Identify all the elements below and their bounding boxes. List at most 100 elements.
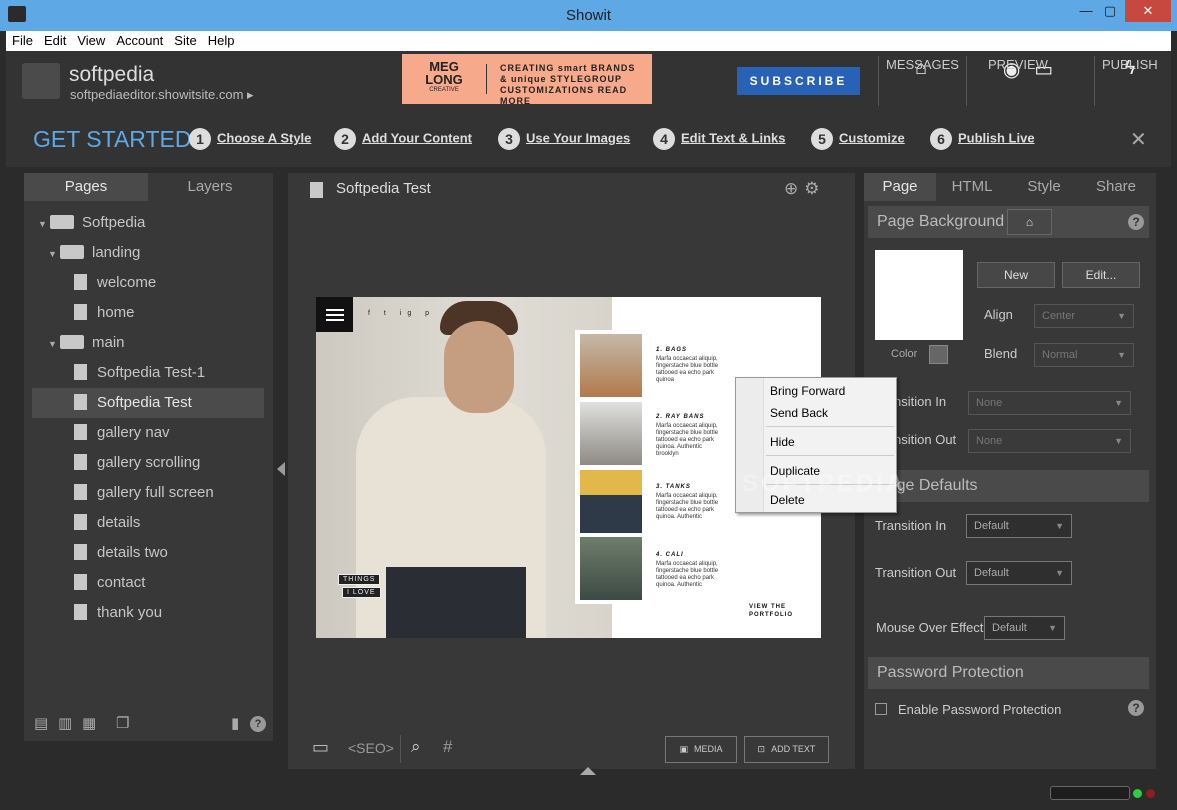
enable-password-checkbox[interactable] xyxy=(875,703,887,715)
blend-dropdown[interactable]: Normal ▼ xyxy=(1034,343,1134,367)
tree-folder-main[interactable]: ▼ main xyxy=(48,328,268,358)
item-bags[interactable]: 1. BAGS Marfa occaecat aliquip, fingersta… xyxy=(656,347,726,384)
step-customize[interactable]: 5 Customize xyxy=(811,128,905,150)
media-button[interactable]: ▣ MEDIA xyxy=(665,736,737,763)
add-folder-icon[interactable]: ▦ xyxy=(82,714,96,732)
tree-page-welcome[interactable]: welcome xyxy=(74,268,268,298)
tree-page-gallery-nav[interactable]: gallery nav xyxy=(74,418,268,448)
tree-page-contact[interactable]: contact xyxy=(74,568,268,598)
mouse-over-dropdown[interactable]: Default ▼ xyxy=(984,616,1065,640)
transition-out-dropdown[interactable]: Default ▼ xyxy=(966,561,1072,585)
publish-button[interactable]: PUBLISH ϟ xyxy=(1102,57,1158,80)
subscribe-button[interactable]: SUBSCRIBE xyxy=(737,67,860,95)
collapse-left-panel-icon[interactable] xyxy=(277,462,285,476)
tab-html[interactable]: HTML xyxy=(936,173,1008,201)
bg-transition-in-dropdown[interactable]: None ▼ xyxy=(968,391,1131,415)
expand-triangle-icon[interactable]: ▼ xyxy=(48,239,60,269)
item-ray-bans[interactable]: 2. RAY BANS Marfa occaecat aliquip, finge… xyxy=(656,414,726,458)
maximize-button[interactable]: ▢ xyxy=(1097,0,1123,22)
transition-in-dropdown[interactable]: Default ▼ xyxy=(966,514,1072,538)
tree-label: gallery scrolling xyxy=(97,454,201,471)
help-icon[interactable]: ? xyxy=(250,716,266,732)
menu-site[interactable]: Site xyxy=(168,31,201,48)
trash-icon[interactable]: ▮ xyxy=(231,714,239,732)
step-use-images[interactable]: 3 Use Your Images xyxy=(498,128,630,150)
step-choose-style[interactable]: 1 Choose A Style xyxy=(189,128,311,150)
social-icons[interactable]: f t ig p xyxy=(368,310,435,317)
close-window-button[interactable]: ✕ xyxy=(1125,0,1171,22)
add-page-icon[interactable]: ▤ xyxy=(34,714,48,732)
tab-pages[interactable]: Pages xyxy=(24,173,148,201)
globe-icon[interactable]: ⊕ xyxy=(784,179,804,198)
tree-page-details-two[interactable]: details two xyxy=(74,538,268,568)
tree-label: landing xyxy=(92,244,141,261)
messages-button[interactable]: MESSAGES ⌂ xyxy=(886,57,959,80)
item-tanks[interactable]: 3. TANKS Marfa occaecat aliquip, fingerst… xyxy=(656,484,726,521)
menu-edit[interactable]: Edit xyxy=(38,31,71,48)
expand-bottom-panel-icon[interactable] xyxy=(580,767,596,775)
header-divider xyxy=(1094,56,1095,106)
thumb-cali[interactable] xyxy=(580,537,642,600)
color-swatch[interactable] xyxy=(929,345,948,364)
edit-background-button[interactable]: Edit... xyxy=(1062,262,1140,288)
minimize-button[interactable]: — xyxy=(1073,0,1099,22)
menu-account[interactable]: Account xyxy=(110,31,168,48)
tab-page[interactable]: Page xyxy=(864,173,936,201)
get-started-close-icon[interactable]: ✕ xyxy=(1130,127,1147,152)
tree-page-details[interactable]: details xyxy=(74,508,268,538)
color-label: Color xyxy=(891,348,918,360)
expand-triangle-icon[interactable]: ▼ xyxy=(38,209,50,239)
page-icon xyxy=(74,304,87,321)
zoom-icon[interactable]: ⌕ xyxy=(411,737,421,757)
seo-button[interactable]: <SEO> xyxy=(348,740,394,756)
hamburger-menu-icon[interactable] xyxy=(316,297,353,332)
grid-icon[interactable]: # xyxy=(443,737,452,757)
add-blank-page-icon[interactable]: ▥ xyxy=(58,714,72,732)
tree-page-softpedia-test-1[interactable]: Softpedia Test-1 xyxy=(74,358,268,388)
thumb-bags[interactable] xyxy=(580,334,642,397)
ad-banner[interactable]: MEG LONG CREATIVE CREATING smart BRANDS … xyxy=(402,54,652,106)
item-title: 2. RAY BANS xyxy=(656,414,705,420)
item-cali[interactable]: 4. CALI Marfa occaecat aliquip, fingersta… xyxy=(656,552,726,589)
thumb-ray-bans[interactable] xyxy=(580,402,642,465)
tree-page-home[interactable]: home xyxy=(74,298,268,328)
canvas-toolbar-icons: ⊕⚙ xyxy=(784,179,826,199)
tree-page-gallery-scrolling[interactable]: gallery scrolling xyxy=(74,448,268,478)
tree-page-thank-you[interactable]: thank you xyxy=(74,598,268,628)
tree-page-gallery-full-screen[interactable]: gallery full screen xyxy=(74,478,268,508)
tab-style[interactable]: Style xyxy=(1008,173,1080,201)
tree-page-softpedia-test[interactable]: Softpedia Test xyxy=(32,388,264,418)
menu-item-hide[interactable]: Hide xyxy=(770,432,795,452)
site-url-link[interactable]: softpediaeditor.showitsite.com ▸ xyxy=(70,87,254,103)
tree-folder-softpedia[interactable]: ▼ Softpedia xyxy=(38,208,268,238)
new-background-button[interactable]: New xyxy=(977,262,1055,288)
align-dropdown[interactable]: Center ▼ xyxy=(1034,304,1134,328)
tab-share[interactable]: Share xyxy=(1080,173,1152,201)
menu-file[interactable]: File xyxy=(6,31,38,48)
softpedia-watermark: SOFTPEDIA xyxy=(742,470,907,497)
gear-icon[interactable]: ⚙ xyxy=(804,179,825,198)
step-edit-text-links[interactable]: 4 Edit Text & Links xyxy=(653,128,786,150)
help-icon[interactable]: ? xyxy=(1128,214,1144,230)
menu-view[interactable]: View xyxy=(71,31,110,48)
menu-item-send-back[interactable]: Send Back xyxy=(770,403,828,423)
bg-transition-out-dropdown[interactable]: None ▼ xyxy=(968,429,1131,453)
menu-item-bring-forward[interactable]: Bring Forward xyxy=(770,381,845,401)
duplicate-page-icon[interactable]: ❐ xyxy=(116,714,129,732)
step-publish-live[interactable]: 6 Publish Live xyxy=(930,128,1035,150)
title-bar: Showit — ▢ ✕ xyxy=(0,0,1177,31)
add-text-button[interactable]: ⊡ ADD TEXT xyxy=(744,736,829,763)
menu-help[interactable]: Help xyxy=(202,31,240,48)
view-portfolio-link[interactable]: VIEW THE PORTFOLIO xyxy=(749,603,793,619)
things-label-line1: THINGS xyxy=(338,574,381,585)
background-preview[interactable] xyxy=(875,250,963,340)
step-add-content[interactable]: 2 Add Your Content xyxy=(334,128,472,150)
home-button[interactable]: ⌂ xyxy=(1007,209,1052,235)
desktop-view-icon[interactable]: ▭ xyxy=(312,737,329,758)
expand-triangle-icon[interactable]: ▼ xyxy=(48,329,60,359)
help-icon[interactable]: ? xyxy=(1128,700,1144,716)
preview-button[interactable]: PREVIEW ◉ ▭ xyxy=(988,57,1068,82)
tree-folder-landing[interactable]: ▼ landing xyxy=(48,238,268,268)
thumb-tanks[interactable] xyxy=(580,470,642,533)
tab-layers[interactable]: Layers xyxy=(148,173,272,201)
